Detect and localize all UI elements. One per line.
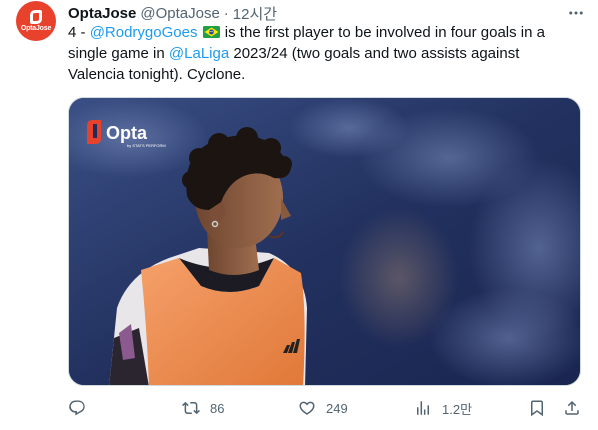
tweet-prefix: 4 - — [68, 24, 90, 41]
views-button[interactable]: 1.2만 — [414, 395, 472, 421]
opta-watermark-title: Opta — [106, 123, 148, 143]
opta-logo-icon — [30, 10, 42, 24]
mention-link-league[interactable]: @LaLiga — [169, 45, 229, 62]
more-options-button[interactable] — [566, 3, 586, 23]
separator-dot: · — [223, 4, 229, 22]
avatar-label: OptaJose — [20, 25, 52, 32]
tweet-actions-bar: 86 249 1.2만 — [68, 395, 581, 421]
retweet-count: 86 — [210, 400, 225, 416]
tweet-media-image[interactable]: Opta by STATS PERFORM — [68, 97, 581, 386]
heart-icon — [299, 401, 315, 415]
display-name[interactable]: OptaJose — [68, 5, 136, 22]
reply-icon — [69, 400, 85, 416]
retweet-button[interactable]: 86 — [182, 395, 224, 421]
tweet-text: 4 - @RodrygoGoes is the first player to … — [68, 22, 573, 85]
tweet-header: OptaJose @OptaJose · 12시간 — [68, 3, 277, 23]
like-button[interactable]: 249 — [298, 395, 348, 421]
share-button[interactable] — [563, 395, 581, 421]
brazil-flag-icon — [202, 26, 220, 38]
retweet-icon — [182, 401, 200, 415]
mention-link-player[interactable]: @RodrygoGoes — [90, 24, 198, 41]
timestamp[interactable]: 12시간 — [233, 3, 277, 24]
share-icon — [565, 400, 579, 415]
views-count: 1.2만 — [442, 401, 473, 417]
user-handle[interactable]: @OptaJose — [140, 5, 219, 22]
like-count: 249 — [326, 400, 348, 416]
views-chart-icon — [417, 401, 429, 415]
avatar[interactable]: OptaJose — [16, 1, 56, 41]
opta-watermark-sub: by STATS PERFORM — [127, 143, 166, 148]
reply-button[interactable] — [68, 395, 86, 421]
bookmark-button[interactable] — [528, 395, 546, 421]
bookmark-icon — [531, 400, 543, 417]
more-icon — [569, 11, 583, 15]
